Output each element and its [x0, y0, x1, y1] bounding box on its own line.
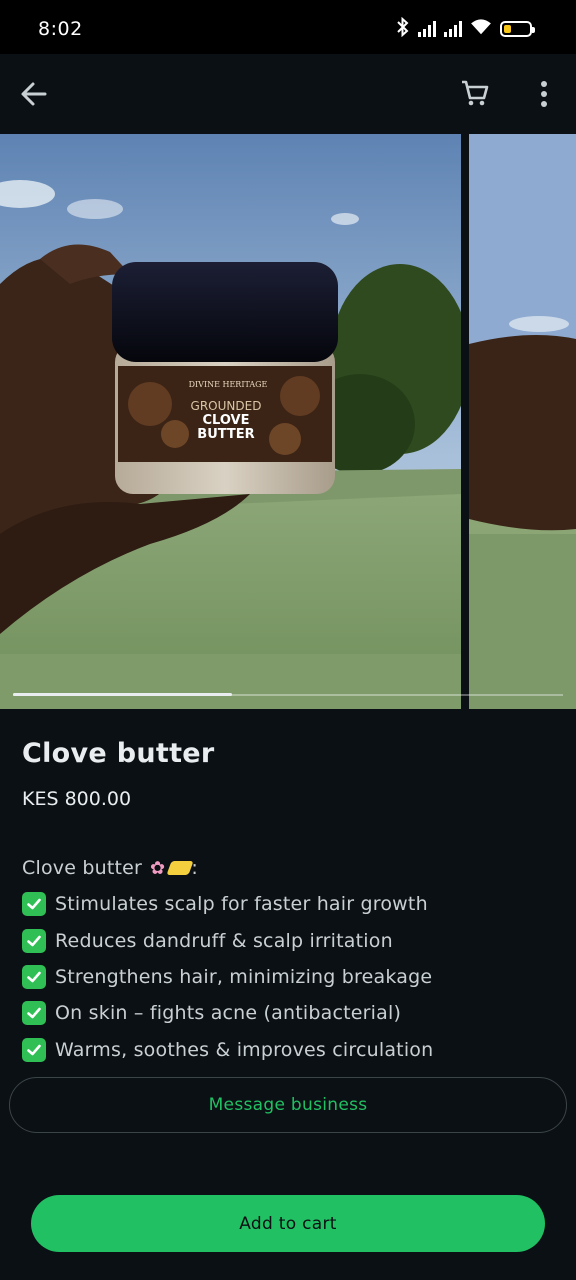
signal-icon [418, 21, 436, 37]
bullet-text: Reduces dandruff & scalp irritation [55, 929, 393, 952]
cart-icon [462, 80, 489, 106]
bullet-item: Strengthens hair, minimizing breakage [22, 959, 562, 995]
status-icons [396, 16, 535, 42]
bullet-text: On skin – fights acne (antibacterial) [55, 1002, 402, 1025]
carousel-indicator [13, 693, 232, 696]
message-business-button[interactable]: Message business [9, 1077, 567, 1133]
check-icon [22, 1001, 46, 1026]
check-icon [22, 892, 46, 917]
description-heading: Clove butter ✿ : [22, 850, 562, 886]
product-description: Clove butter ✿ : Stimulates scalp for fa… [22, 850, 562, 1068]
bullet-item: Reduces dandruff & scalp irritation [22, 923, 562, 959]
check-icon [22, 1037, 46, 1062]
jar-line1: GROUNDED [191, 399, 262, 413]
add-to-cart-button[interactable]: Add to cart [31, 1195, 545, 1252]
product-image-carousel[interactable]: DIVINE HERITAGE GROUNDED CLOVE BUTTER [0, 134, 576, 709]
app-bar [0, 54, 576, 134]
status-time: 8:02 [38, 18, 83, 40]
product-photo[interactable]: DIVINE HERITAGE GROUNDED CLOVE BUTTER [0, 134, 461, 709]
check-icon [22, 928, 46, 953]
signal-icon [444, 21, 462, 37]
jar-brand: DIVINE HERITAGE [189, 380, 268, 389]
bullet-text: Strengthens hair, minimizing breakage [55, 966, 433, 989]
more-options-button[interactable] [532, 80, 556, 108]
product-price: KES 800.00 [22, 788, 132, 810]
heading-colon: : [191, 857, 198, 880]
flower-icon: ✿ [150, 857, 166, 879]
arm-photo [469, 134, 576, 709]
jar-line3: BUTTER [197, 427, 254, 442]
battery-icon [500, 21, 535, 37]
jar-line2: CLOVE [202, 413, 249, 428]
product-title: Clove butter [22, 738, 215, 769]
bullet-item: On skin – fights acne (antibacterial) [22, 995, 562, 1031]
back-button[interactable] [18, 78, 50, 110]
bullet-item: Warms, soothes & improves circulation [22, 1031, 562, 1067]
more-vertical-icon [541, 81, 547, 107]
cart-button[interactable] [460, 78, 490, 108]
image-divider [461, 134, 469, 709]
bullet-text: Warms, soothes & improves circulation [55, 1038, 434, 1061]
check-icon [22, 965, 46, 990]
product-photo-next[interactable] [469, 134, 576, 709]
bullet-item: Stimulates scalp for faster hair growth [22, 886, 562, 922]
description-heading-text: Clove butter [22, 857, 143, 880]
arrow-left-icon [21, 82, 47, 106]
bluetooth-icon [396, 16, 410, 42]
butter-icon [166, 861, 194, 876]
wifi-icon [470, 18, 492, 40]
clove-butter-jar-photo: DIVINE HERITAGE GROUNDED CLOVE BUTTER [0, 134, 461, 709]
status-bar: 8:02 [0, 0, 576, 54]
bullet-text: Stimulates scalp for faster hair growth [55, 893, 428, 916]
